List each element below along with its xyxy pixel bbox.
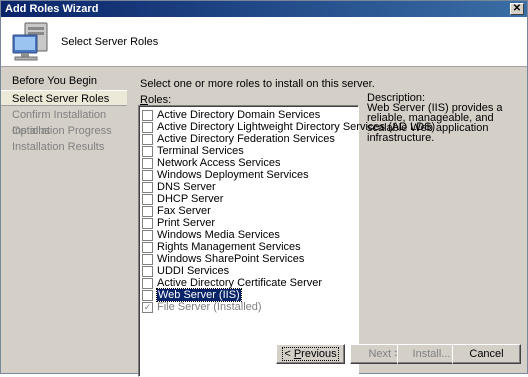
- page-title: Select Server Roles: [61, 36, 159, 48]
- previous-button[interactable]: < Previous: [276, 344, 345, 364]
- role-item[interactable]: Fax Server: [142, 205, 211, 217]
- nav-item-confirm-installation-options: Confirm Installation Options: [12, 109, 107, 137]
- role-checkbox[interactable]: [142, 289, 153, 301]
- role-label-selected: Web Server (IIS): [156, 288, 242, 302]
- role-item[interactable]: Active Directory Federation Services: [142, 133, 335, 145]
- role-checkbox[interactable]: [142, 121, 153, 133]
- nav-item-before-you-begin[interactable]: Before You Begin: [1, 73, 127, 89]
- role-label: Windows Media Services: [157, 229, 280, 241]
- role-label: Active Directory Domain Services: [157, 109, 321, 121]
- role-item[interactable]: Rights Management Services: [142, 241, 301, 253]
- role-label: Windows SharePoint Services: [157, 253, 305, 265]
- role-label: Active Directory Federation Services: [157, 133, 335, 145]
- role-label: Network Access Services: [157, 157, 281, 169]
- description-panel: Description: Web Server (IIS) provides a…: [367, 93, 522, 144]
- wizard-steps-nav: Before You Begin Select Server Roles Con…: [1, 67, 127, 373]
- wizard-header: Select Server Roles: [1, 17, 527, 67]
- role-label: Print Server: [157, 217, 216, 229]
- nav-item-installation-results: Installation Results: [12, 141, 105, 153]
- role-label: UDDI Services: [157, 265, 230, 277]
- main-content: Select one or more roles to install on t…: [127, 67, 527, 377]
- role-item[interactable]: Network Access Services: [142, 157, 280, 169]
- window-title: Add Roles Wizard: [5, 3, 99, 15]
- role-label: DHCP Server: [157, 193, 224, 205]
- role-item[interactable]: Active Directory Domain Services: [142, 109, 320, 121]
- role-label: Fax Server: [157, 205, 211, 217]
- role-checkbox[interactable]: [142, 205, 153, 217]
- role-label: File Server (Installed): [157, 301, 262, 313]
- role-item[interactable]: DHCP Server: [142, 193, 223, 205]
- role-checkbox[interactable]: [142, 193, 153, 205]
- nav-item-installation-progress: Installation Progress: [12, 125, 112, 137]
- role-label: Rights Management Services: [157, 241, 301, 253]
- role-checkbox[interactable]: [142, 253, 153, 265]
- role-item[interactable]: UDDI Services: [142, 265, 229, 277]
- previous-button-label: < Previous: [282, 347, 339, 361]
- role-checkbox[interactable]: [142, 277, 153, 289]
- role-item[interactable]: Terminal Services: [142, 145, 244, 157]
- role-label: DNS Server: [157, 181, 216, 193]
- nav-item-select-server-roles[interactable]: Select Server Roles: [1, 90, 127, 106]
- role-checkbox[interactable]: [142, 241, 153, 253]
- role-checkbox-checked-disabled: ✓: [142, 301, 153, 313]
- checkmark-icon: ✓: [143, 301, 152, 312]
- role-item[interactable]: Windows Deployment Services: [142, 169, 309, 181]
- role-label: Active Directory Certificate Server: [157, 277, 323, 289]
- role-item-file-server: ✓ File Server (Installed): [142, 301, 262, 313]
- title-bar[interactable]: Add Roles Wizard ✕: [1, 1, 527, 17]
- role-checkbox[interactable]: [142, 133, 153, 145]
- role-item[interactable]: Windows Media Services: [142, 229, 280, 241]
- role-checkbox[interactable]: [142, 145, 153, 157]
- role-checkbox[interactable]: [142, 157, 153, 169]
- role-checkbox[interactable]: [142, 229, 153, 241]
- role-checkbox[interactable]: [142, 169, 153, 181]
- role-checkbox[interactable]: [142, 109, 153, 121]
- role-item-web-server[interactable]: Web Server (IIS): [142, 288, 242, 302]
- add-roles-wizard-window: Add Roles Wizard ✕ Select Server Roles B…: [0, 0, 528, 377]
- role-checkbox[interactable]: [142, 217, 153, 229]
- description-body: Web Server (IIS) provides a reliable, ma…: [367, 102, 503, 144]
- instruction-text: Select one or more roles to install on t…: [140, 78, 375, 90]
- role-checkbox[interactable]: [142, 265, 153, 277]
- server-computer-icon: [12, 22, 48, 61]
- cancel-button[interactable]: Cancel: [452, 344, 521, 364]
- wizard-footer: < Previous Next > Install... Cancel: [127, 321, 527, 373]
- role-label: Windows Deployment Services: [157, 169, 309, 181]
- previous-arrow: <: [284, 348, 294, 360]
- role-checkbox[interactable]: [142, 181, 153, 193]
- role-item[interactable]: Active Directory Certificate Server: [142, 277, 322, 289]
- role-item[interactable]: Windows SharePoint Services: [142, 253, 304, 265]
- role-item[interactable]: DNS Server: [142, 181, 216, 193]
- close-button[interactable]: ✕: [510, 3, 524, 15]
- role-label: Terminal Services: [157, 145, 244, 157]
- close-icon: ✕: [512, 3, 522, 14]
- role-item[interactable]: Print Server: [142, 217, 215, 229]
- previous-rest: revious: [301, 348, 337, 360]
